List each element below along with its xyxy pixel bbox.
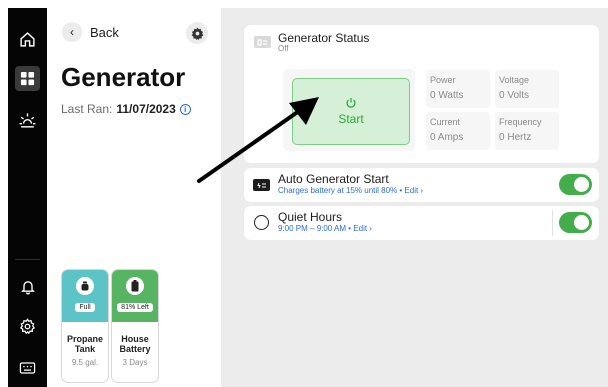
tile-sub: 9.5 gal. (71, 358, 99, 367)
tile-name: House Battery (112, 334, 158, 354)
toggle-knob (574, 215, 589, 230)
tile-header: 81% Left (112, 270, 158, 322)
back-label: Back (90, 24, 119, 40)
rail-divider (15, 259, 40, 260)
metric-label: Power (430, 75, 456, 85)
tile-name-line: Tank (74, 344, 96, 354)
house-battery-tile[interactable]: 81% Left House Battery 3 Days (111, 269, 159, 383)
auto-start-detail[interactable]: Charges battery at 15% until 80% • Edit … (278, 186, 423, 195)
auto-start-title: Auto Generator Start (278, 172, 389, 186)
quiet-hours-title: Quiet Hours (278, 210, 343, 224)
home-icon[interactable] (16, 28, 39, 51)
tile-name-line: Propane (66, 334, 103, 344)
chevron-left-icon: ‹ (62, 22, 82, 42)
last-ran-date: 11/07/2023 (116, 102, 176, 116)
gear-icon[interactable] (16, 315, 39, 338)
battery-charge-icon (253, 179, 270, 191)
toggle-knob (574, 177, 589, 192)
generator-icon (254, 36, 271, 48)
divider (552, 210, 553, 236)
last-ran: Last Ran: 11/07/2023 i (61, 102, 191, 116)
tile-header: Full (62, 270, 108, 322)
gear-icon (191, 27, 203, 40)
propane-icon (76, 277, 94, 295)
generator-status-title: Generator Status (278, 31, 370, 45)
tile-sub: 3 Days (122, 358, 148, 367)
metric-value: 0 Hertz (499, 132, 559, 143)
bell-icon[interactable] (16, 275, 39, 298)
propane-tank-tile[interactable]: Full Propane Tank 9.5 gal. (61, 269, 109, 383)
generator-state: Off (278, 44, 289, 53)
battery-icon (126, 277, 144, 295)
nav-rail (8, 8, 47, 387)
metric-value: 0 Amps (430, 132, 490, 143)
metric-number: 0 (499, 132, 505, 143)
sun-icon[interactable] (16, 109, 39, 132)
info-icon[interactable]: i (179, 103, 191, 115)
quiet-hours-toggle[interactable] (559, 212, 592, 233)
voltage-metric: Voltage 0 Volts (495, 70, 559, 108)
auto-start-toggle[interactable] (559, 174, 592, 195)
status-badge: 81% Left (117, 303, 153, 312)
power-icon (346, 98, 356, 108)
grid-icon[interactable] (15, 66, 40, 91)
metric-value: 0 Watts (430, 90, 490, 101)
last-ran-label: Last Ran: (61, 102, 113, 116)
main-content: Generator Status Off Start Power 0 Watts… (221, 8, 608, 387)
start-button[interactable]: Start (292, 78, 410, 145)
metric-unit: Hertz (507, 132, 532, 143)
keyboard-icon[interactable] (16, 356, 39, 379)
metric-number: 0 (430, 132, 436, 143)
back-button[interactable]: ‹ Back (62, 22, 119, 42)
moon-icon (254, 215, 269, 230)
metric-number: 0 (499, 90, 505, 101)
metric-unit: Amps (437, 132, 464, 143)
metric-number: 0 (430, 90, 436, 101)
quiet-hours-detail[interactable]: 9:00 PM – 9:00 AM • Edit › (278, 224, 372, 233)
power-metric: Power 0 Watts (426, 70, 490, 108)
metric-value: 0 Volts (499, 90, 559, 101)
tile-name-line: House (121, 334, 149, 344)
tile-name: Propane Tank (62, 334, 108, 354)
metric-label: Current (430, 117, 461, 127)
app-window: ‹ Back Generator Last Ran: 11/07/2023 i … (0, 0, 608, 387)
start-area: Start (283, 69, 415, 151)
settings-button[interactable] (186, 22, 208, 44)
generator-status-card: Generator Status Off Start Power 0 Watts… (244, 25, 599, 163)
metric-label: Frequency (499, 117, 542, 127)
status-badge: Full (75, 303, 95, 312)
current-metric: Current 0 Amps (426, 112, 490, 150)
tile-name-line: Battery (119, 344, 151, 354)
metric-label: Voltage (499, 75, 530, 85)
metric-unit: Volts (507, 90, 530, 101)
device-panel: ‹ Back Generator Last Ran: 11/07/2023 i … (47, 8, 221, 387)
quiet-hours-row[interactable]: Quiet Hours 9:00 PM – 9:00 AM • Edit › (244, 206, 599, 240)
page-title: Generator (61, 62, 186, 92)
frequency-metric: Frequency 0 Hertz (495, 112, 559, 150)
auto-start-row[interactable]: Auto Generator Start Charges battery at … (244, 168, 599, 202)
metric-unit: Watts (438, 90, 464, 101)
start-label: Start (338, 112, 364, 126)
